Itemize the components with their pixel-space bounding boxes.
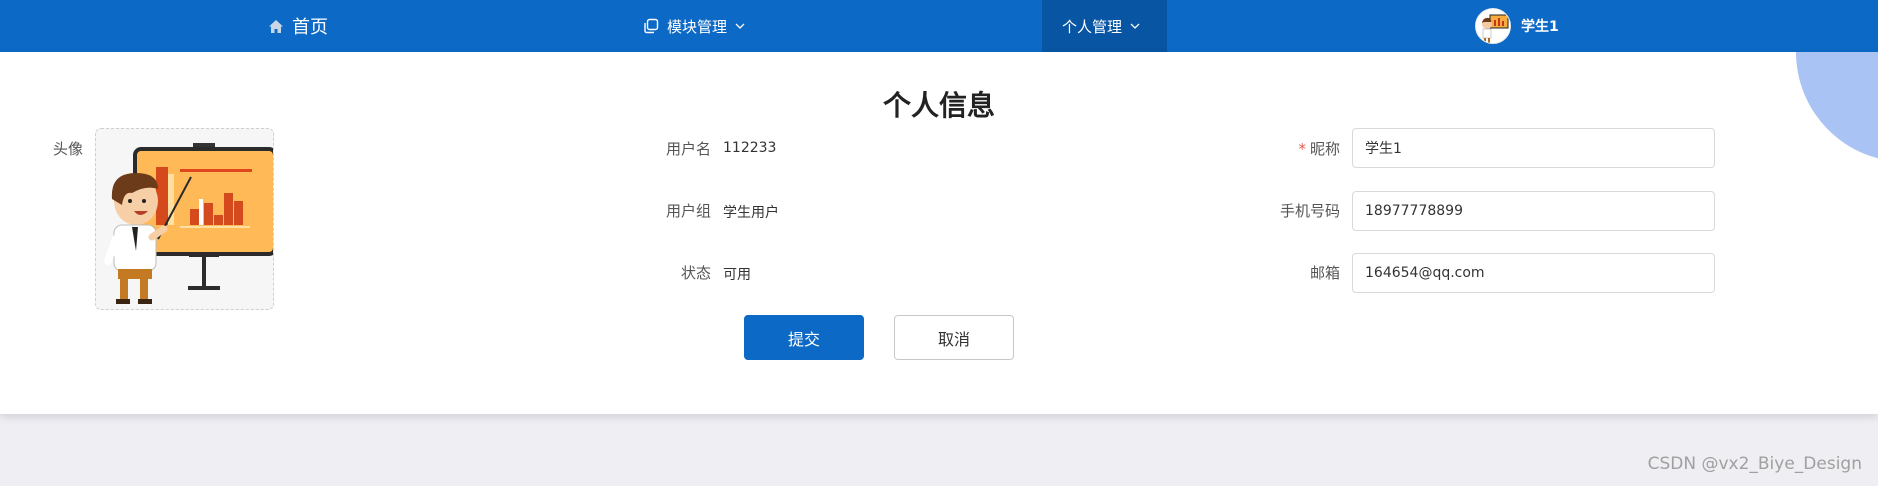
- nickname-label: * 昵称: [1240, 138, 1340, 159]
- nav-modules-menu[interactable]: 模块管理: [643, 0, 745, 52]
- submit-button[interactable]: 提交: [744, 315, 864, 360]
- avatar-label: 头像: [52, 140, 83, 158]
- phone-input[interactable]: [1352, 191, 1715, 231]
- status-value: 可用: [723, 267, 751, 283]
- nav-personal-menu[interactable]: 个人管理: [1042, 0, 1167, 52]
- copy-icon: [644, 18, 659, 34]
- nickname-input[interactable]: [1352, 128, 1715, 168]
- top-nav-bar: 首页 模块管理 个人管理 学生1: [0, 0, 1878, 52]
- chevron-down-icon: [735, 23, 745, 29]
- user-group-value: 学生用户: [723, 205, 779, 221]
- nav-user-name: 学生1: [1521, 19, 1559, 35]
- username-label: 用户名: [665, 140, 711, 158]
- required-asterisk: *: [1298, 140, 1306, 158]
- avatar-upload[interactable]: [95, 128, 274, 310]
- chevron-down-icon: [1130, 23, 1140, 29]
- nav-home-label: 首页: [292, 17, 328, 38]
- cancel-button[interactable]: 取消: [894, 315, 1014, 360]
- home-icon: [269, 19, 283, 33]
- avatar-thumbnail-icon: [1482, 14, 1509, 43]
- username-value: 112233: [723, 140, 777, 156]
- watermark-text: CSDN @vx2_Biye_Design: [1647, 454, 1862, 474]
- teacher-presentation-illustration: [104, 143, 273, 304]
- nav-modules-label: 模块管理: [667, 17, 728, 36]
- nav-user-menu[interactable]: 学生1: [1475, 0, 1559, 52]
- user-group-label: 用户组: [665, 202, 711, 220]
- nav-home[interactable]: 首页: [268, 0, 328, 52]
- nav-personal-label: 个人管理: [1062, 17, 1123, 36]
- user-avatar[interactable]: [1475, 8, 1511, 44]
- email-input[interactable]: [1352, 253, 1715, 293]
- phone-label: 手机号码: [1279, 202, 1340, 220]
- profile-card: 个人信息 头像 用户名 112233 用户组 学生用户 状态 可用 * 昵称 学…: [0, 52, 1878, 414]
- status-label: 状态: [680, 264, 711, 282]
- page-title: 个人信息: [882, 89, 995, 122]
- nickname-label-text: 昵称: [1309, 140, 1340, 158]
- email-label: 邮箱: [1309, 264, 1340, 282]
